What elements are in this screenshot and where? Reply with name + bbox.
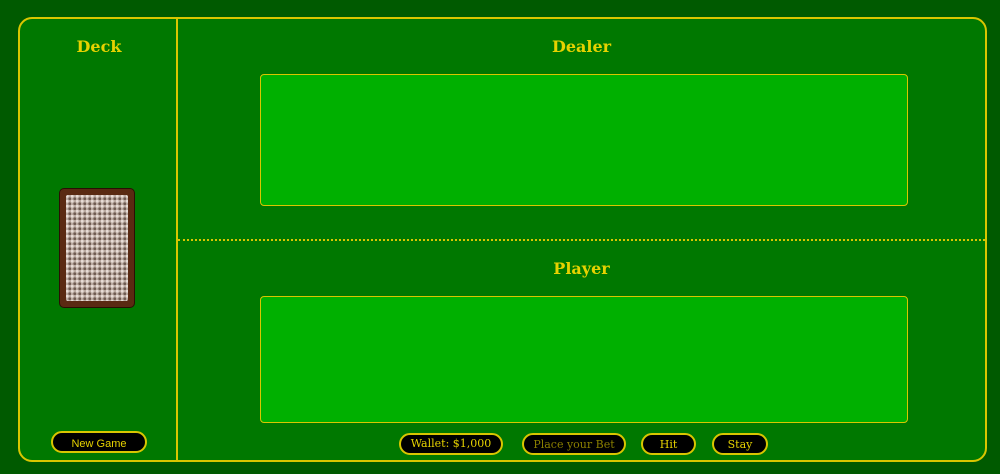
card-back-pattern (66, 195, 128, 301)
deck-panel: Deck New Game (20, 19, 178, 460)
new-game-button[interactable]: New Game (51, 431, 147, 453)
deck-title: Deck (76, 37, 122, 56)
deck-card-back[interactable] (59, 188, 135, 308)
dealer-title: Dealer (551, 37, 612, 56)
table-divider (178, 239, 985, 241)
stay-button[interactable]: Stay (712, 433, 768, 455)
game-table: Deck New Game Dealer Player Wallet: $1,0… (18, 17, 987, 462)
wallet-display: Wallet: $1,000 (399, 433, 503, 455)
player-title: Player (553, 259, 610, 278)
dealer-hand-area (260, 74, 908, 206)
hit-button[interactable]: Hit (641, 433, 696, 455)
player-hand-area (260, 296, 908, 423)
bet-input[interactable] (522, 433, 626, 455)
